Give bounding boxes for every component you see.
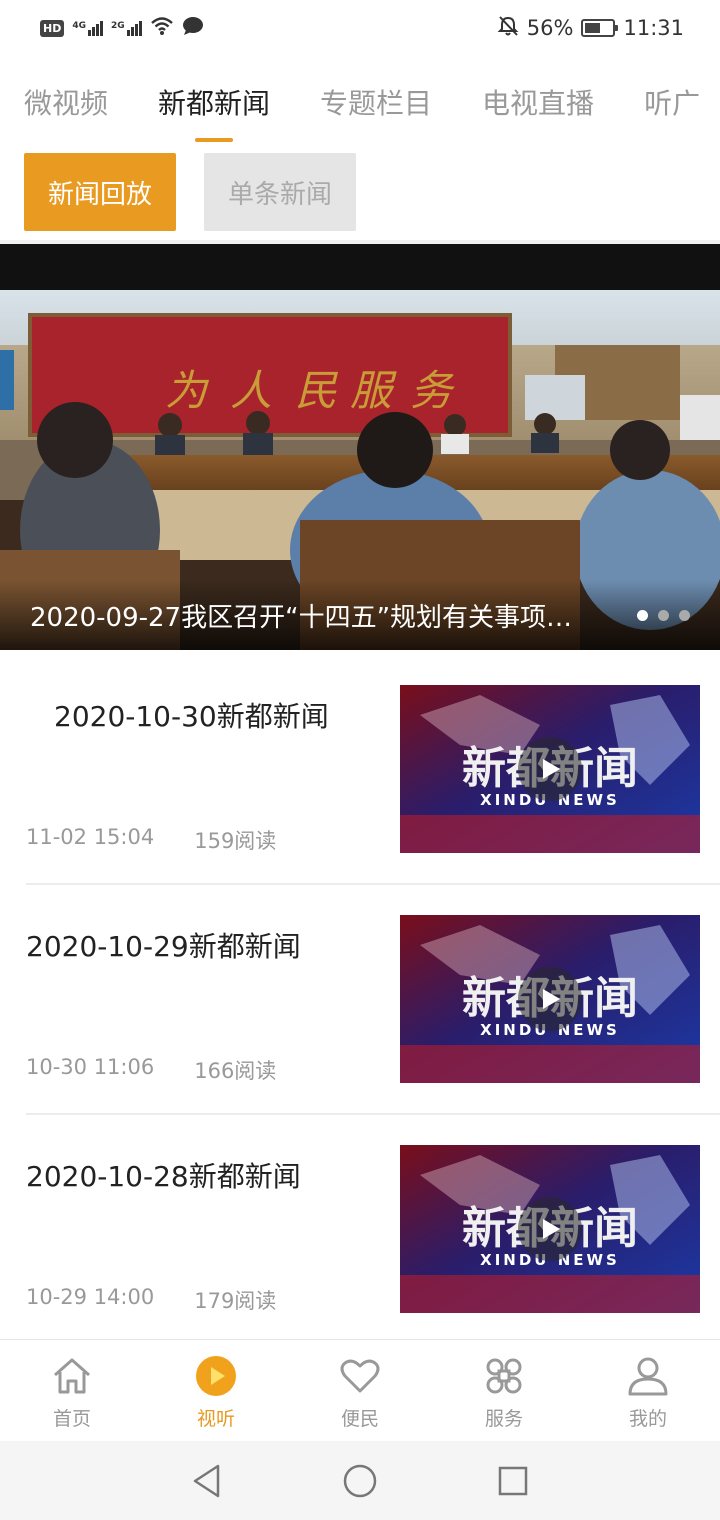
svg-text:人: 人 (230, 366, 272, 415)
carousel-dot[interactable] (679, 609, 690, 621)
news-date: 10-30 11:06 (26, 1055, 155, 1079)
sub-tabs: 新闻回放 单条新闻 (24, 153, 356, 231)
video-thumbnail[interactable]: 新都新闻 XINDU NEWS (400, 915, 700, 1083)
battery-icon (581, 19, 619, 37)
nav-label: 我的 (628, 1408, 667, 1430)
news-meta: 10-30 11:06 166阅读 (26, 1055, 276, 1085)
nav-home[interactable]: 首页 (0, 1340, 144, 1441)
svg-text:服: 服 (350, 366, 397, 415)
news-meta: 10-29 14:00 179阅读 (26, 1285, 276, 1315)
play-button[interactable] (518, 967, 582, 1031)
bottom-nav: 首页 视听 便民 服务 我的 (0, 1339, 720, 1441)
nav-convenience[interactable]: 便民 (288, 1340, 432, 1441)
carousel-indicator (637, 609, 690, 621)
news-reads: 179阅读 (194, 1289, 277, 1313)
play-icon (543, 989, 560, 1009)
banner-caption: 2020-09-27我区召开“十四五”规划有关事项… (0, 580, 720, 650)
battery-percent: 56% (526, 16, 574, 40)
home-icon (50, 1354, 94, 1398)
news-title[interactable]: 2020-10-28新都新闻 (26, 1155, 301, 1195)
nav-profile[interactable]: 我的 (576, 1340, 720, 1441)
news-title[interactable]: 2020-10-30新都新闻 (54, 695, 329, 735)
news-item[interactable]: 2020-10-30新都新闻 11-02 15:04 159阅读 新都新闻 XI… (0, 655, 720, 885)
nav-services[interactable]: 服务 (432, 1340, 576, 1441)
tab-tv-live[interactable]: 电视直播 (482, 70, 594, 146)
tab-xindu-news[interactable]: 新都新闻 (158, 70, 270, 146)
profile-icon (626, 1354, 670, 1398)
play-button[interactable] (518, 737, 582, 801)
carousel-dot[interactable] (637, 609, 648, 621)
news-replay-button[interactable]: 新闻回放 (24, 153, 176, 231)
banner-title[interactable]: 2020-09-27我区召开“十四五”规划有关事项… (30, 597, 619, 634)
category-tabs: 微视频 新都新闻 专题栏目 电视直播 听广 (0, 70, 720, 146)
video-thumbnail[interactable]: 新都新闻 XINDU NEWS (400, 1145, 700, 1313)
news-date: 10-29 14:00 (26, 1285, 155, 1309)
news-title[interactable]: 2020-10-29新都新闻 (26, 925, 301, 965)
nav-audio-video[interactable]: 视听 (144, 1340, 288, 1441)
nav-label: 便民 (340, 1408, 379, 1430)
news-meta: 11-02 15:04 159阅读 (26, 825, 276, 855)
home-circle-icon[interactable] (336, 1457, 384, 1505)
mute-icon (497, 15, 519, 42)
status-left: HD 4G 2G (40, 16, 204, 41)
recents-icon[interactable] (489, 1457, 537, 1505)
svg-text:为: 为 (165, 366, 210, 415)
video-thumbnail[interactable]: 新都新闻 XINDU NEWS (400, 685, 700, 853)
signal-4g-icon: 4G (72, 20, 103, 36)
svg-text:民: 民 (295, 366, 339, 415)
tab-special-columns[interactable]: 专题栏目 (320, 70, 432, 146)
play-icon (194, 1354, 238, 1398)
svg-text:务: 务 (410, 366, 455, 415)
news-date: 11-02 15:04 (26, 825, 155, 849)
banner-carousel[interactable]: 为人民服务 2020-09-27我区召开“十四五”规划有关事项… (0, 244, 720, 650)
message-icon (182, 16, 204, 41)
command-icon (482, 1354, 526, 1398)
single-news-button[interactable]: 单条新闻 (204, 153, 356, 231)
battery-fill (585, 23, 601, 33)
carousel-dot[interactable] (658, 609, 669, 621)
heart-icon (338, 1354, 382, 1398)
status-bar: HD 4G 2G 56% 11:31 (0, 0, 720, 56)
back-icon[interactable] (183, 1457, 231, 1505)
play-button[interactable] (518, 1197, 582, 1261)
tab-micro-video[interactable]: 微视频 (24, 70, 108, 146)
play-icon (543, 759, 560, 779)
play-icon (543, 1219, 560, 1239)
news-reads: 159阅读 (194, 829, 277, 853)
system-nav-bar (0, 1441, 720, 1520)
wifi-icon (150, 16, 174, 41)
news-reads: 166阅读 (194, 1059, 277, 1083)
hd-icon: HD (40, 19, 65, 37)
nav-label: 服务 (484, 1408, 523, 1430)
news-item[interactable]: 2020-10-29新都新闻 10-30 11:06 166阅读 新都新闻 XI… (0, 885, 720, 1115)
nav-label: 首页 (52, 1408, 91, 1430)
tab-radio[interactable]: 听广 (644, 70, 700, 146)
status-right: 56% 11:31 (497, 15, 684, 42)
signal-2g-icon: 2G (111, 20, 142, 36)
clock: 11:31 (623, 16, 684, 40)
news-item[interactable]: 2020-10-28新都新闻 10-29 14:00 179阅读 新都新闻 XI… (0, 1115, 720, 1345)
nav-label: 视听 (196, 1408, 235, 1430)
news-list: 2020-10-30新都新闻 11-02 15:04 159阅读 新都新闻 XI… (0, 655, 720, 1345)
